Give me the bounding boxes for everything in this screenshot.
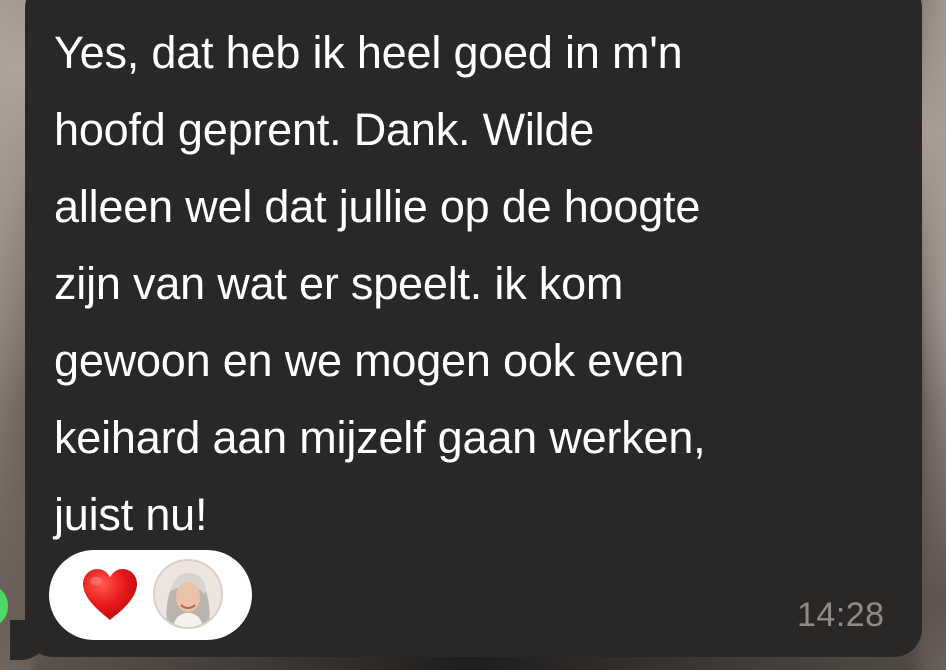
message-text: Yes, dat heb ik heel goed in m'n hoofd g… bbox=[54, 27, 706, 540]
avatar-portrait bbox=[155, 561, 221, 627]
red-heart-icon bbox=[83, 569, 137, 620]
user-avatar[interactable] bbox=[153, 559, 223, 629]
message-timestamp: 14:28 bbox=[797, 596, 885, 634]
reactions-pill[interactable] bbox=[49, 550, 252, 640]
